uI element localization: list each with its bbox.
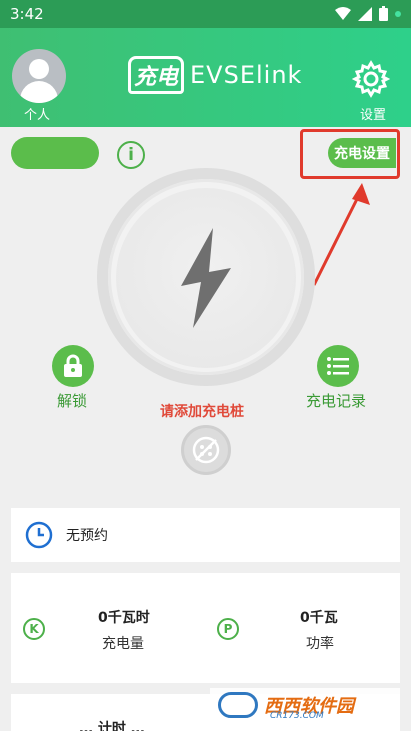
settings-gear-icon[interactable] (352, 60, 390, 98)
info-icon[interactable]: i (117, 141, 145, 169)
energy-value: 0千瓦时 (98, 610, 150, 626)
add-pile-prompt[interactable]: 请添加充电桩 (160, 401, 244, 421)
avatar-body-icon (20, 81, 58, 103)
header-bar: 3:42 个人 充电 EVSElink 设置 (0, 0, 411, 127)
profile-label[interactable]: 个人 (24, 104, 50, 123)
device-name-pill[interactable] (11, 137, 99, 169)
plug-disabled-icon (192, 436, 220, 464)
no-plug-button[interactable] (181, 425, 231, 475)
power-value: 0千瓦 (300, 610, 338, 626)
reservation-label: 无预约 (66, 528, 108, 544)
status-bar: 3:42 (0, 0, 411, 28)
profile-avatar[interactable] (12, 49, 66, 103)
charge-records-button[interactable] (317, 345, 359, 387)
logo-text: EVSElink (190, 61, 303, 89)
unlock-label[interactable]: 解锁 (57, 390, 87, 411)
charge-records-label[interactable]: 充电记录 (306, 390, 366, 411)
wifi-icon (335, 6, 351, 20)
power-label: 功率 (306, 636, 334, 652)
energy-label: 充电量 (102, 636, 144, 652)
watermark-subtext: CR173.COM (270, 711, 324, 721)
status-icons (335, 6, 401, 21)
charge-settings-button[interactable]: 充电设置 (328, 138, 396, 168)
battery-icon (379, 6, 388, 21)
reservation-card[interactable]: 无预约 (11, 508, 400, 562)
notification-dot (395, 10, 401, 17)
clock-icon (25, 521, 53, 549)
lock-icon (64, 354, 82, 377)
bottom-card-text: … 计时 … (79, 721, 145, 731)
energy-icon: K (23, 618, 45, 640)
unlock-button[interactable] (52, 345, 94, 387)
app-logo: 充电 EVSElink (128, 56, 302, 94)
settings-label[interactable]: 设置 (360, 104, 386, 123)
status-time: 3:42 (10, 5, 44, 23)
signal-icon (358, 6, 372, 21)
watermark-logo-icon (218, 692, 258, 718)
avatar-head-icon (29, 59, 49, 79)
list-icon (327, 357, 349, 375)
lightning-bolt-icon (181, 228, 231, 328)
stats-card: K 0千瓦时 充电量 P 0千瓦 功率 (11, 573, 400, 683)
logo-mark: 充电 (128, 56, 184, 94)
power-icon: P (217, 618, 239, 640)
